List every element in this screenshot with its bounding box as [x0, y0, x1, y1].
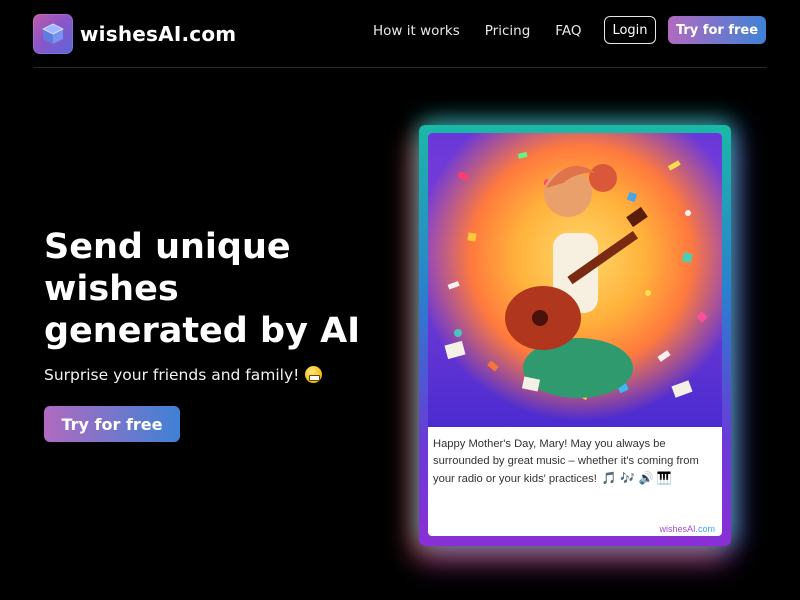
- site-header: wishesAI.com How it works Pricing FAQ Lo…: [33, 14, 767, 56]
- card-watermark-domain: com: [697, 524, 715, 534]
- music-notes-icon: 🎵 🎶 🔊 🎹: [601, 471, 672, 485]
- hero-subtitle-text: Surprise your friends and family!: [44, 366, 300, 384]
- nav-faq[interactable]: FAQ: [555, 23, 581, 39]
- grinning-face-icon: [305, 366, 323, 383]
- nav-how-it-works[interactable]: How it works: [373, 23, 460, 39]
- header-divider: [33, 67, 767, 68]
- login-button[interactable]: Login: [604, 16, 656, 44]
- try-for-free-hero-button[interactable]: Try for free: [44, 406, 180, 442]
- hero-title: Send unique wishes generated by AI: [44, 226, 384, 352]
- hero-title-line-2: wishes: [44, 269, 179, 309]
- card-illustration: [428, 133, 722, 427]
- card-watermark-name: wishesAI.: [659, 524, 698, 534]
- wish-card: Happy Mother's Day, Mary! May you always…: [428, 133, 722, 536]
- hero-subtitle: Surprise your friends and family!: [44, 366, 323, 384]
- brand[interactable]: wishesAI.com: [33, 14, 236, 54]
- nav-pricing[interactable]: Pricing: [485, 23, 531, 39]
- hero-title-line-1: Send unique: [44, 227, 291, 267]
- main-nav: How it works Pricing FAQ: [373, 23, 581, 39]
- cube-icon: [33, 14, 73, 54]
- try-for-free-header-button[interactable]: Try for free: [668, 16, 766, 44]
- hero-title-line-3: generated by AI: [44, 311, 361, 351]
- card-message: Happy Mother's Day, Mary! May you always…: [433, 436, 719, 488]
- card-watermark: wishesAI.com: [659, 524, 715, 534]
- brand-name: wishesAI.com: [80, 22, 237, 46]
